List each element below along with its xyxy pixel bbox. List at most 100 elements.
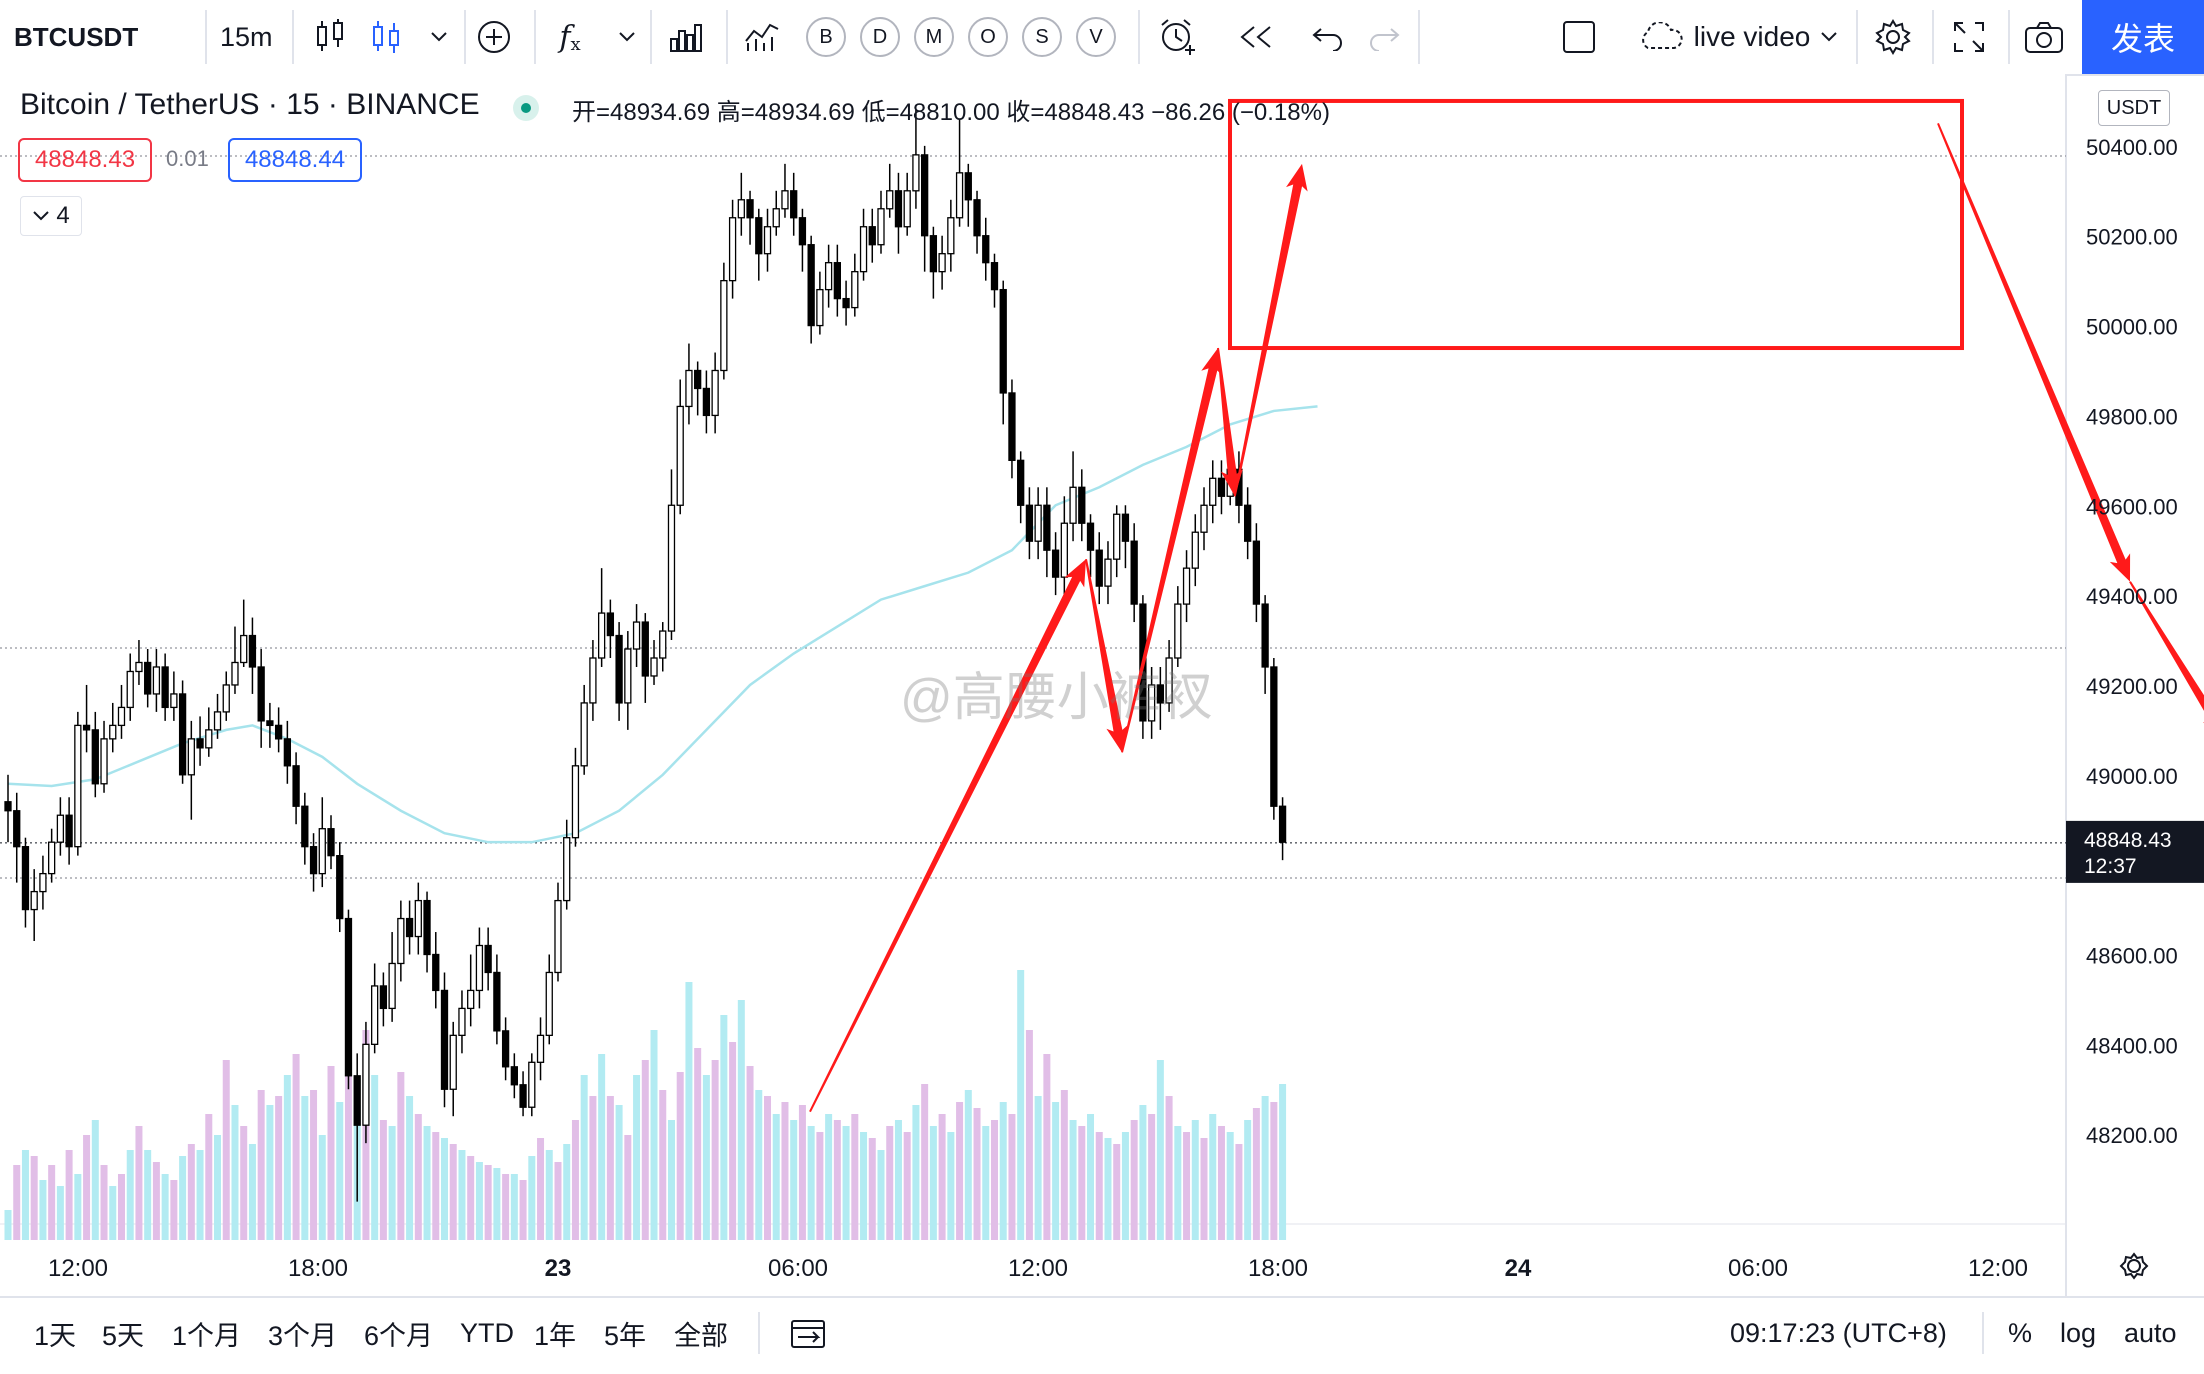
candle-body [807, 244, 815, 327]
chevron-down-icon[interactable] [424, 0, 454, 74]
layout-square-icon[interactable] [1558, 0, 1600, 74]
financials-icon[interactable] [666, 0, 706, 74]
volume-bar [397, 1072, 405, 1240]
chevron-down-icon[interactable] [612, 0, 642, 74]
publish-button[interactable]: 发表 [2082, 0, 2204, 74]
volume-bar [973, 1108, 981, 1240]
gear-icon[interactable] [1872, 0, 1914, 74]
volume-bar [1078, 1126, 1086, 1240]
undo-icon[interactable] [1308, 0, 1348, 74]
volume-bar [1261, 1096, 1269, 1240]
volume-bar [798, 1105, 806, 1240]
indicator-label: V [1076, 17, 1116, 57]
alarm-add-icon[interactable] [1156, 0, 1200, 74]
candle-body [528, 1061, 536, 1108]
symbol-legend-title[interactable]: Bitcoin / TetherUS · 15 · BINANCE [20, 88, 480, 122]
candle-body [274, 724, 283, 740]
volume-bar [1252, 1108, 1260, 1240]
candle-body [1104, 558, 1112, 587]
time-tick-label: 12:00 [1968, 1255, 2028, 1282]
candle-body [336, 855, 344, 920]
volume-bar [406, 1096, 414, 1240]
clock-timezone[interactable]: 09:17:23 (UTC+8) [1730, 1298, 1947, 1368]
range-1d[interactable]: 1天 [34, 1298, 76, 1368]
range-5d[interactable]: 5天 [102, 1298, 144, 1368]
indicator-button-d[interactable]: D [860, 0, 900, 74]
indicator-button-m[interactable]: M [914, 0, 954, 74]
indicators-fx-icon[interactable]: fx [550, 0, 590, 74]
bar-type-icon[interactable] [310, 0, 350, 74]
candle-body [170, 693, 178, 709]
price-tick-label: 48600.00 [2086, 943, 2178, 968]
candle-body [973, 199, 981, 237]
candle-body [65, 814, 73, 848]
currency-button[interactable]: USDT [2098, 90, 2170, 126]
time-tick-label: 18:00 [1248, 1255, 1308, 1282]
auto-scale-toggle[interactable]: auto [2124, 1298, 2177, 1368]
candle-body [1209, 477, 1217, 506]
buy-price-button[interactable]: 48848.44 [228, 138, 362, 182]
volume-bar [1148, 1114, 1156, 1240]
sell-price-button[interactable]: 48848.43 [18, 138, 152, 182]
volume-bar [187, 1144, 195, 1240]
range-3m[interactable]: 3个月 [268, 1298, 337, 1368]
gear-icon[interactable] [2119, 1252, 2149, 1280]
candle-body [554, 899, 562, 974]
ideas-icon[interactable] [742, 0, 782, 74]
candle-body [1008, 392, 1016, 461]
range-5y[interactable]: 5年 [604, 1298, 646, 1368]
price-tick-label: 49200.00 [2086, 674, 2178, 699]
range-1m[interactable]: 1个月 [172, 1298, 241, 1368]
market-status-dot[interactable] [513, 95, 539, 121]
replay-icon[interactable] [1236, 0, 1276, 74]
camera-icon[interactable] [2022, 0, 2066, 74]
volume-bar [1156, 1060, 1164, 1240]
candle-body [1025, 504, 1034, 542]
percent-scale-toggle[interactable]: % [2008, 1298, 2032, 1368]
volume-bar [1191, 1120, 1199, 1240]
interval-button[interactable]: 15m [220, 0, 273, 74]
volume-bar [851, 1114, 859, 1240]
volume-bar [1270, 1102, 1278, 1240]
redo-icon[interactable] [1364, 0, 1404, 74]
range-all[interactable]: 全部 [674, 1298, 728, 1368]
indicator-button-b[interactable]: B [806, 0, 846, 74]
volume-bar [772, 1114, 780, 1240]
time-tick-label: 18:00 [288, 1255, 348, 1282]
volume-bar [580, 1075, 588, 1240]
candle-body [781, 190, 789, 210]
volume-bar [563, 1144, 571, 1240]
symbol-search-button[interactable]: BTCUSDT [14, 0, 138, 74]
candle-body [615, 634, 623, 704]
candle-body [842, 297, 850, 309]
fullscreen-icon[interactable] [1948, 0, 1990, 74]
volume-bar [816, 1132, 824, 1240]
candle-body [283, 738, 292, 767]
volume-bar [1017, 970, 1025, 1240]
volume-bar [414, 1114, 422, 1240]
volume-bar [1008, 1114, 1016, 1240]
compare-add-icon[interactable] [474, 0, 514, 74]
indicator-button-v[interactable]: V [1076, 0, 1116, 74]
volume-bar [467, 1156, 475, 1240]
range-6m[interactable]: 6个月 [364, 1298, 433, 1368]
candle-body [746, 199, 754, 219]
candle-body [886, 190, 894, 210]
candle-body [327, 828, 335, 857]
candle-body [91, 729, 99, 785]
date-range-icon[interactable] [790, 1298, 826, 1368]
candle-body [859, 226, 868, 273]
indicators-collapse-button[interactable]: 4 [20, 196, 82, 236]
range-1y[interactable]: 1年 [534, 1298, 576, 1368]
volume-bar [1217, 1126, 1225, 1240]
candle-body [659, 630, 667, 659]
toolbar-divider [464, 10, 466, 64]
live-video-button[interactable]: live video [1628, 0, 1848, 74]
range-ytd[interactable]: YTD [460, 1298, 514, 1368]
indicator-button-o[interactable]: O [968, 0, 1008, 74]
candle-body [144, 661, 152, 695]
candle-body [921, 154, 929, 237]
log-scale-toggle[interactable]: log [2060, 1298, 2096, 1368]
indicator-button-s[interactable]: S [1022, 0, 1062, 74]
candles-icon[interactable] [366, 0, 406, 74]
